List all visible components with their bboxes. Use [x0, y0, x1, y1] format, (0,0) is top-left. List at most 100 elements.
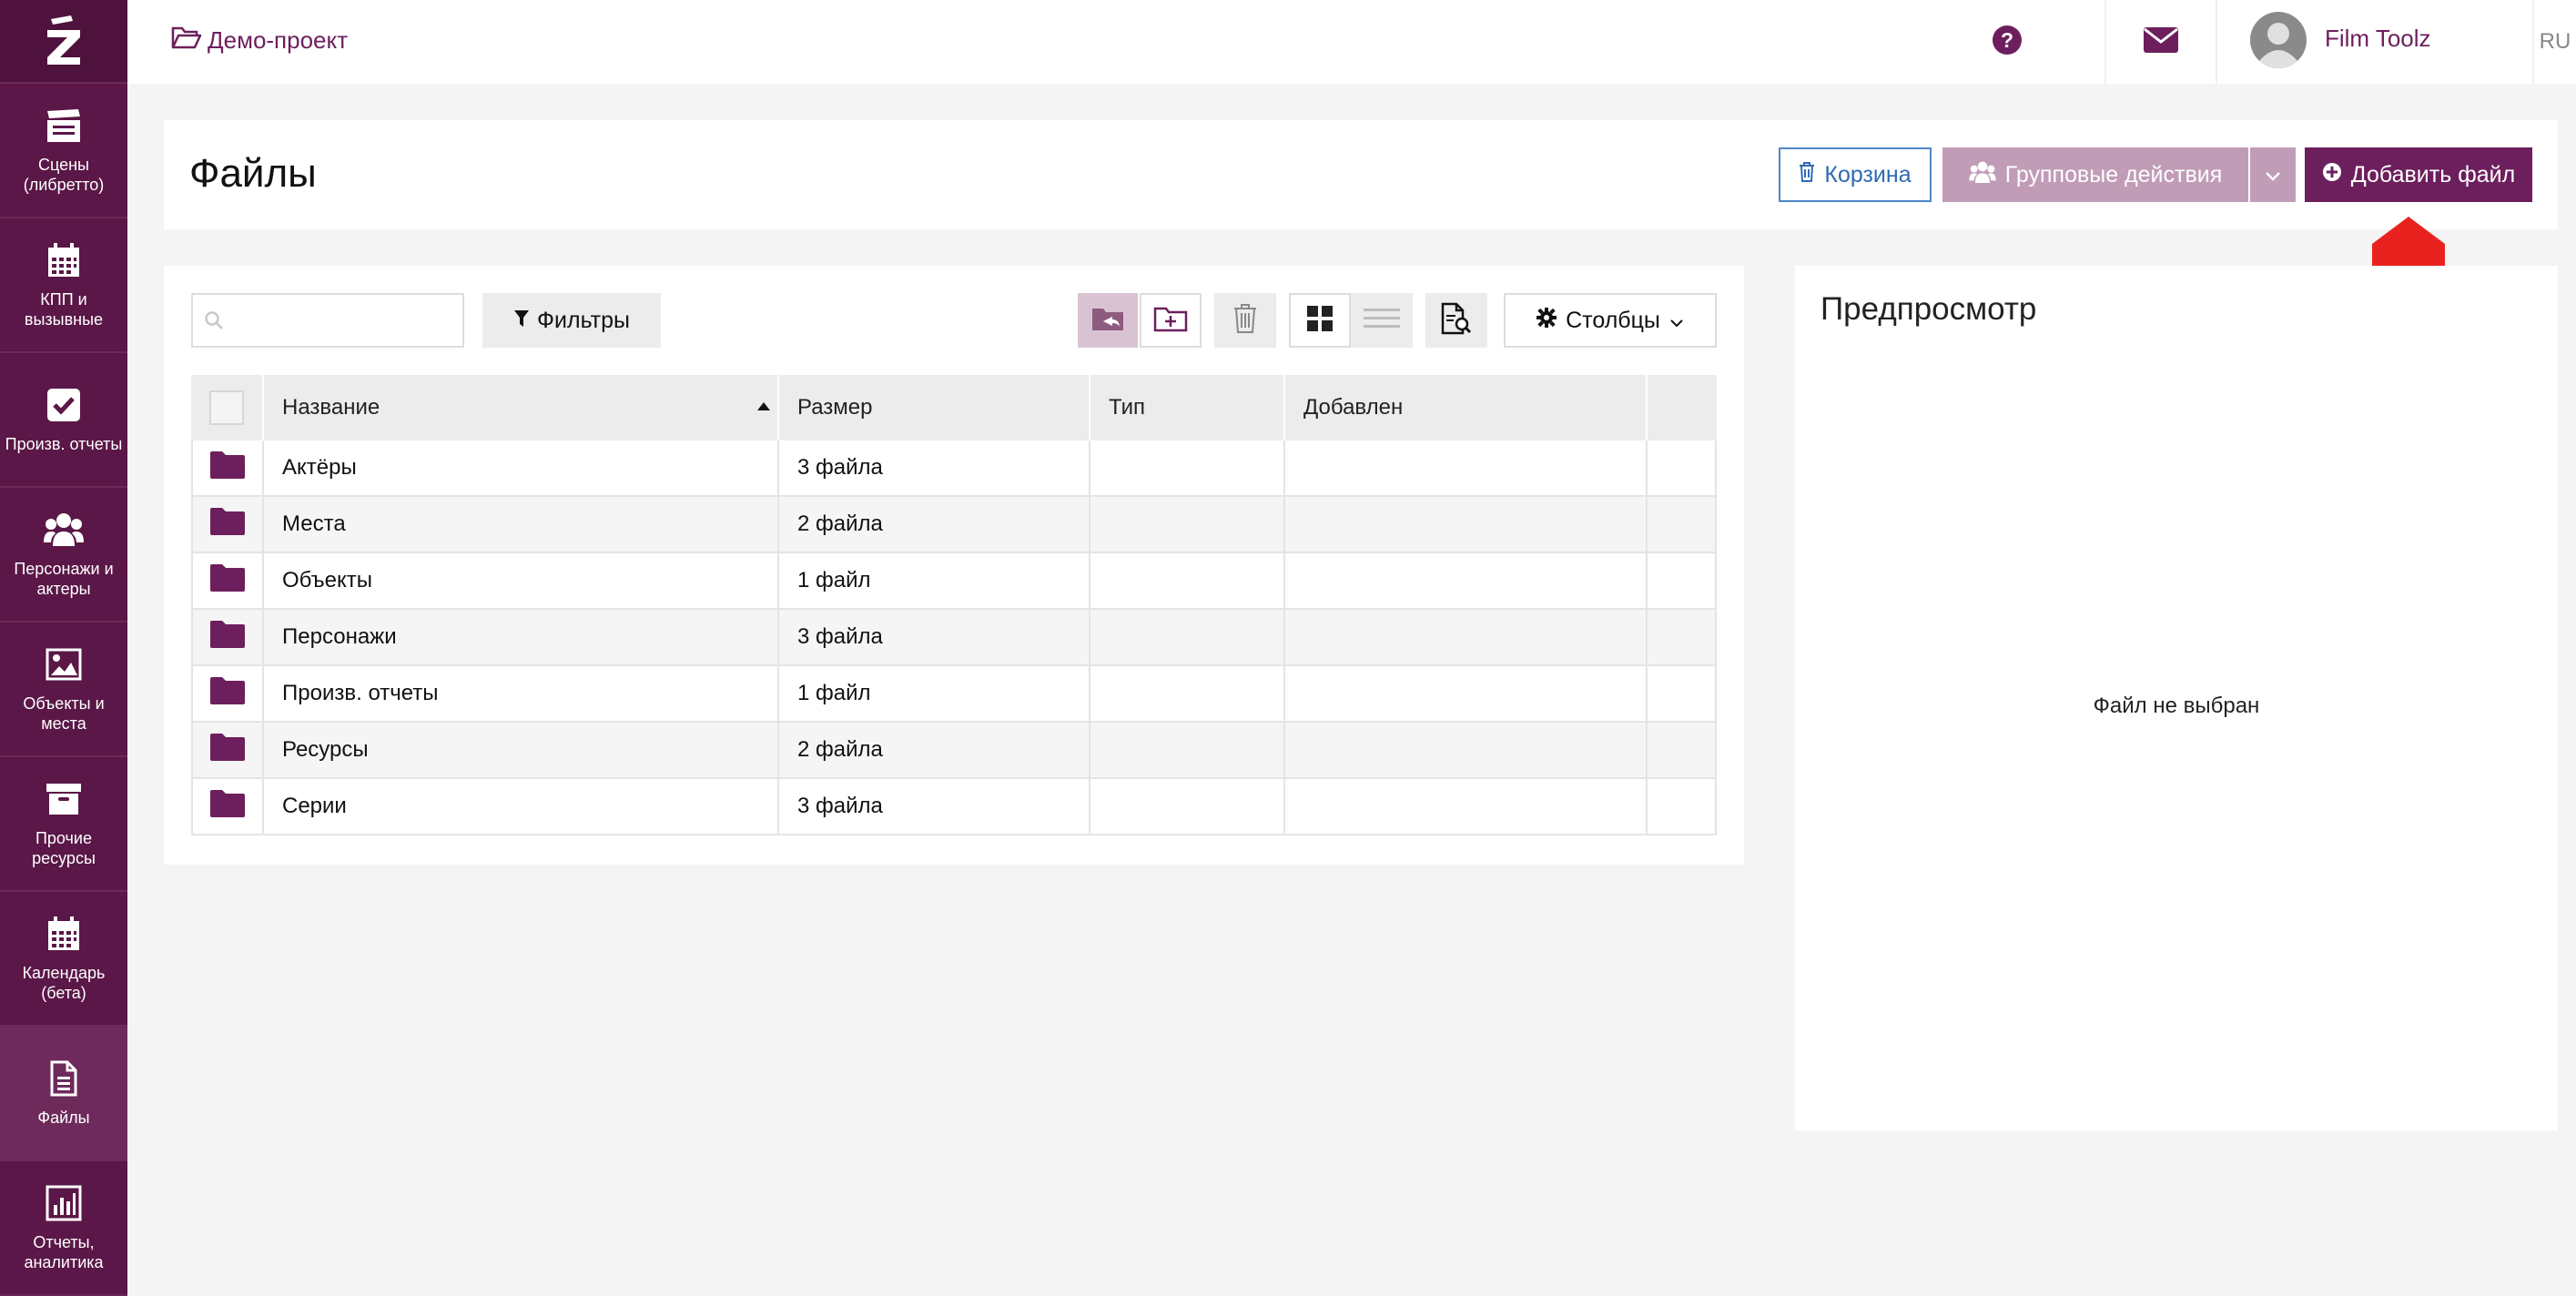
row-icon-cell — [191, 666, 264, 721]
sidebar-item-analytics[interactable]: Отчеты, аналитика — [0, 1161, 127, 1296]
cell-added — [1285, 440, 1648, 495]
sidebar-item-label: Произв. отчеты — [5, 435, 123, 453]
column-name[interactable]: Название — [264, 375, 779, 440]
table-row[interactable]: Персонажи 3 файла — [191, 610, 1717, 666]
add-file-button[interactable]: Добавить файл — [2305, 147, 2532, 202]
cell-type — [1090, 553, 1285, 608]
folder-size: 1 файл — [797, 568, 871, 592]
folder-plus-icon — [1153, 305, 1188, 337]
cell-type — [1090, 723, 1285, 777]
sidebar-item-scenes[interactable]: Сцены (либретто) — [0, 84, 127, 218]
preview-toggle-button[interactable] — [1425, 293, 1487, 348]
trash-label: Корзина — [1824, 161, 1912, 187]
folder-name: Ресурсы — [282, 737, 369, 762]
table-row[interactable]: Актёры 3 файла — [191, 440, 1717, 497]
sidebar-item-calendar[interactable]: Календарь (бета) — [0, 892, 127, 1027]
trash-button[interactable]: Корзина — [1779, 147, 1932, 202]
top-bar: Демо-проект ? Film Toolz RU — [127, 0, 2576, 84]
checkbox-icon — [44, 385, 84, 425]
file-icon — [44, 1058, 84, 1099]
search-box[interactable] — [191, 293, 464, 348]
column-size[interactable]: Размер — [779, 375, 1090, 440]
folder-icon — [209, 451, 246, 486]
sidebar-item-reports[interactable]: Произв. отчеты — [0, 353, 127, 488]
calendar-icon — [44, 240, 84, 280]
cell-size: 3 файла — [779, 610, 1090, 664]
sidebar-item-resources[interactable]: Прочие ресурсы — [0, 757, 127, 892]
sidebar-item-files[interactable]: Файлы — [0, 1027, 127, 1161]
group-actions-dropdown[interactable] — [2250, 147, 2296, 202]
table-row[interactable]: Ресурсы 2 файла — [191, 723, 1717, 779]
cell-extra — [1648, 440, 1717, 495]
trash-icon — [1233, 303, 1257, 339]
table-row[interactable]: Места 2 файла — [191, 497, 1717, 553]
row-icon-cell — [191, 440, 264, 495]
app-logo[interactable] — [0, 0, 127, 84]
table-row[interactable]: Произв. отчеты 1 файл — [191, 666, 1717, 723]
page-header: Файлы Корзина Групповые действия Добавит… — [164, 120, 2558, 229]
files-panel: Фильтры Столбцы Название Размер Тип Доба… — [164, 266, 1744, 865]
folder-name: Актёры — [282, 455, 357, 480]
cell-type — [1090, 779, 1285, 834]
cell-size: 1 файл — [779, 553, 1090, 608]
cell-added — [1285, 497, 1648, 552]
row-icon-cell — [191, 723, 264, 777]
sidebar-item-label: Прочие ресурсы — [32, 829, 96, 867]
table-header: Название Размер Тип Добавлен — [191, 375, 1717, 440]
folder-name: Произв. отчеты — [282, 681, 439, 705]
add-file-label: Добавить файл — [2350, 161, 2516, 187]
user-menu[interactable]: Film Toolz — [2216, 0, 2532, 84]
file-search-icon — [1441, 302, 1472, 339]
columns-button[interactable]: Столбцы — [1504, 293, 1717, 348]
messages-button[interactable] — [2104, 0, 2216, 84]
new-folder-button[interactable] — [1140, 293, 1202, 348]
search-icon — [204, 310, 224, 335]
envelope-icon — [2143, 26, 2179, 58]
grid-icon — [1306, 305, 1334, 337]
logo-icon — [47, 15, 80, 65]
users-icon — [44, 510, 84, 550]
columns-label: Столбцы — [1566, 307, 1660, 333]
folder-icon — [209, 676, 246, 712]
cell-extra — [1648, 610, 1717, 664]
table-row[interactable]: Серии 3 файла — [191, 779, 1717, 835]
folder-icon — [209, 620, 246, 655]
plus-circle-icon — [2322, 162, 2342, 188]
column-type[interactable]: Тип — [1090, 375, 1285, 440]
user-name: Film Toolz — [2325, 24, 2431, 52]
move-up-button[interactable] — [1078, 293, 1138, 348]
folder-name: Объекты — [282, 568, 372, 592]
sidebar-item-kpp[interactable]: КПП и вызывные — [0, 218, 127, 353]
grid-view-button[interactable] — [1289, 293, 1351, 348]
folder-size: 1 файл — [797, 681, 871, 705]
project-name: Демо-проект — [208, 26, 349, 54]
question-circle-icon: ? — [1993, 25, 2023, 60]
column-added[interactable]: Добавлен — [1285, 375, 1648, 440]
sidebar-item-label: Персонажи и актеры — [14, 560, 114, 598]
column-extra — [1648, 375, 1717, 440]
row-icon-cell — [191, 610, 264, 664]
delete-button[interactable] — [1214, 293, 1276, 348]
cell-added — [1285, 666, 1648, 721]
cell-type — [1090, 497, 1285, 552]
folder-name: Места — [282, 511, 346, 536]
table-row[interactable]: Объекты 1 файл — [191, 553, 1717, 610]
svg-text:?: ? — [2001, 28, 2013, 52]
sidebar: Сцены (либретто) КПП и вызывные Произв. … — [0, 0, 127, 1296]
filters-button[interactable]: Фильтры — [482, 293, 661, 348]
archive-box-icon — [44, 779, 84, 819]
sidebar-item-objects[interactable]: Объекты и места — [0, 623, 127, 757]
cell-added — [1285, 723, 1648, 777]
list-view-button[interactable] — [1351, 293, 1413, 348]
files-table: Название Размер Тип Добавлен Актёры 3 фай… — [191, 375, 1717, 835]
sidebar-item-characters[interactable]: Персонажи и актеры — [0, 488, 127, 623]
filter-icon — [513, 308, 530, 334]
language-selector[interactable]: RU — [2532, 0, 2576, 84]
folder-icon — [209, 789, 246, 825]
select-all-checkbox[interactable] — [209, 390, 244, 425]
sidebar-item-label: Объекты и места — [23, 694, 105, 733]
preview-panel: Предпросмотр Файл не выбран — [1795, 266, 2558, 1130]
group-actions-button[interactable]: Групповые действия — [1942, 147, 2248, 202]
project-selector[interactable]: Демо-проект — [171, 25, 348, 56]
search-input[interactable] — [233, 300, 451, 340]
